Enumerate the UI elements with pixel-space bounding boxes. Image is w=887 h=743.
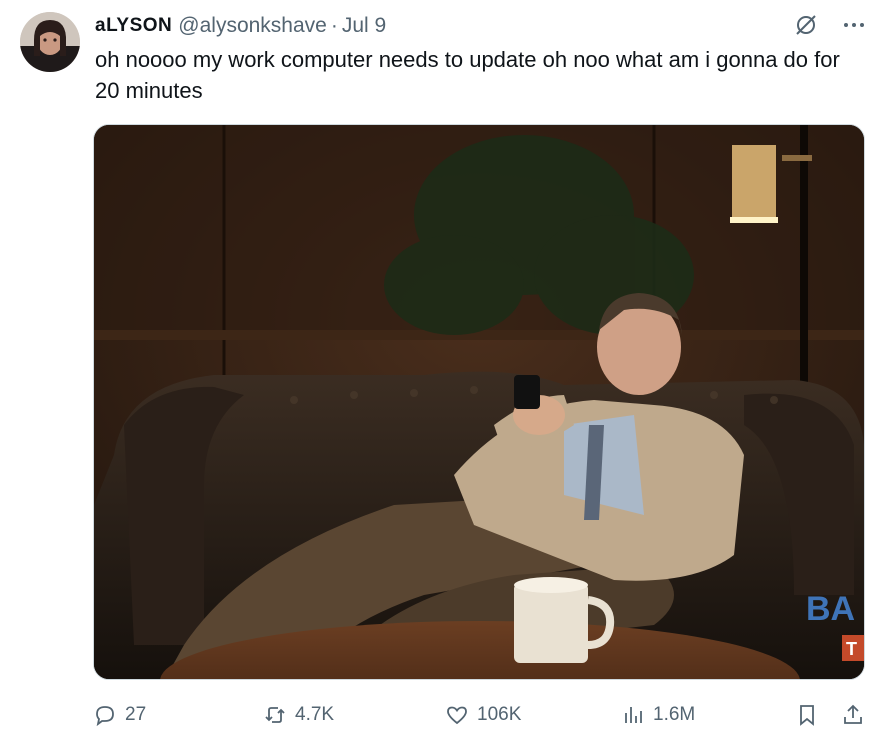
- media-watermark-small: T: [846, 639, 857, 659]
- media-watermark: BA: [806, 590, 855, 628]
- views-icon: [625, 707, 642, 723]
- repost-button[interactable]: 4.7K: [263, 698, 334, 732]
- reply-button[interactable]: 27: [93, 698, 146, 732]
- like-count: 106K: [477, 704, 522, 725]
- user-handle[interactable]: @alysonkshave: [178, 14, 327, 38]
- more-icon[interactable]: [841, 12, 867, 38]
- tweet-header: aLYSON @alysonkshave · Jul 9: [95, 12, 867, 40]
- like-button[interactable]: 106K: [445, 698, 521, 732]
- tweet-date[interactable]: Jul 9: [342, 14, 386, 38]
- avatar[interactable]: [20, 12, 80, 72]
- tweet-text: oh noooo my work computer needs to updat…: [95, 47, 840, 103]
- views-count: 1.6M: [653, 704, 696, 725]
- share-button[interactable]: [841, 698, 865, 732]
- share-icon: [844, 704, 862, 724]
- tweet-actions: 27 4.7K 106K 1.6M: [93, 698, 873, 732]
- tweet[interactable]: aLYSON @alysonkshave · Jul 9 oh noooo my…: [0, 0, 887, 743]
- header-actions: [793, 12, 867, 38]
- repost-icon: [265, 707, 285, 723]
- display-name[interactable]: aLYSON: [95, 15, 172, 37]
- grok-icon[interactable]: [793, 12, 819, 38]
- tweet-media-image[interactable]: BA T: [93, 124, 865, 680]
- bookmark-button[interactable]: [795, 698, 819, 732]
- repost-count: 4.7K: [295, 704, 335, 725]
- views-button[interactable]: 1.6M: [621, 698, 695, 732]
- separator-dot: ·: [330, 14, 338, 37]
- heart-icon: [447, 706, 467, 725]
- reply-count: 27: [125, 704, 147, 725]
- reply-icon: [96, 706, 114, 727]
- bookmark-icon: [800, 705, 814, 726]
